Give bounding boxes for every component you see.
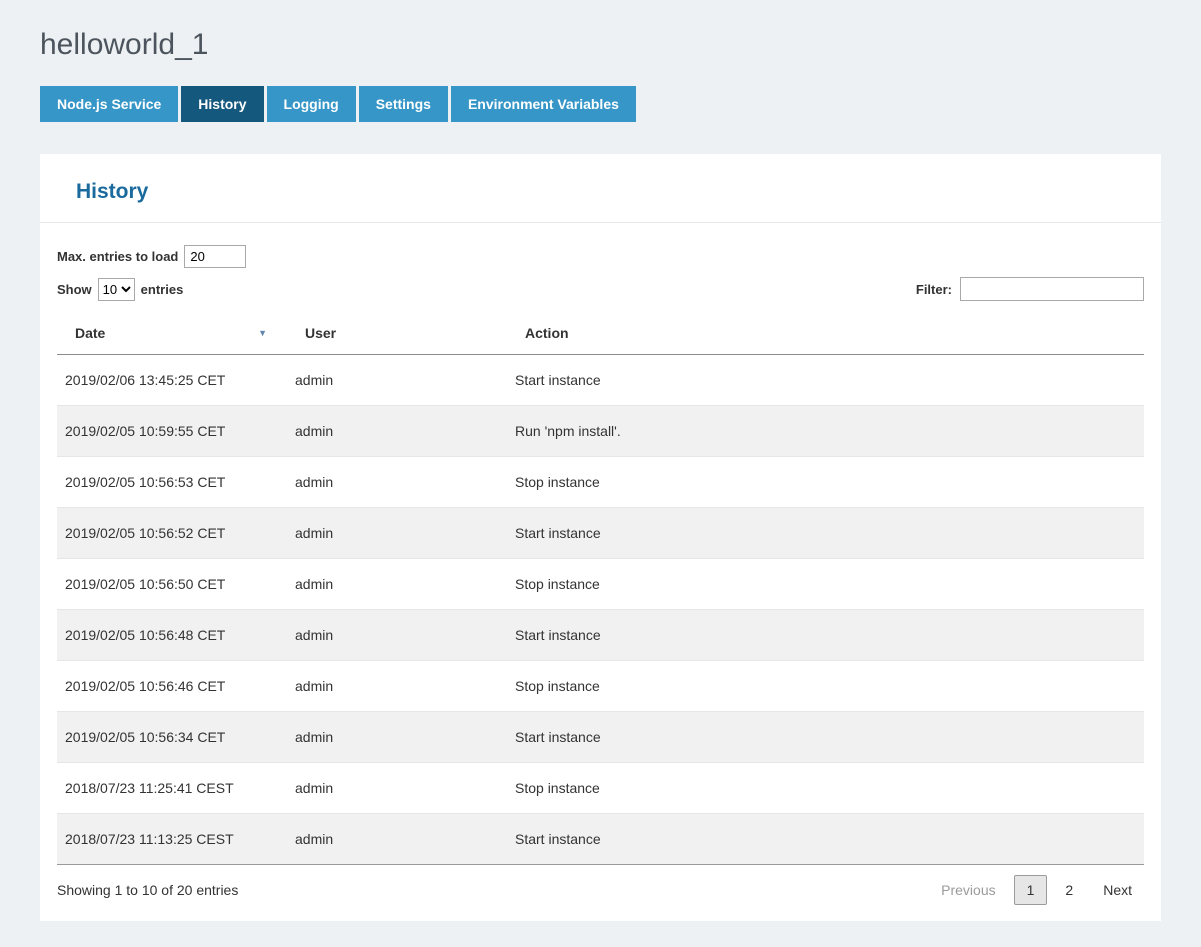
table-footer: Showing 1 to 10 of 20 entries Previous 1…: [57, 864, 1144, 921]
cell-action: Stop instance: [507, 763, 1144, 814]
column-header-date[interactable]: Date ▼: [57, 315, 287, 355]
column-header-date-label: Date: [75, 325, 105, 341]
cell-action: Stop instance: [507, 661, 1144, 712]
cell-action: Start instance: [507, 814, 1144, 865]
next-page-button[interactable]: Next: [1091, 876, 1144, 904]
table-row: 2019/02/06 13:45:25 CET admin Start inst…: [57, 355, 1144, 406]
cell-date: 2019/02/05 10:56:53 CET: [57, 457, 287, 508]
cell-user: admin: [287, 814, 507, 865]
page-title: helloworld_1: [40, 0, 1161, 86]
cell-action: Start instance: [507, 712, 1144, 763]
page-size-select[interactable]: 10: [98, 278, 135, 301]
show-label: Show: [57, 282, 92, 297]
cell-action: Stop instance: [507, 457, 1144, 508]
table-header: Date ▼ User Action: [57, 315, 1144, 355]
tab-bar: Node.js Service History Logging Settings…: [40, 86, 1161, 122]
table-row: 2019/02/05 10:59:55 CET admin Run 'npm i…: [57, 406, 1144, 457]
table-body: 2019/02/06 13:45:25 CET admin Start inst…: [57, 355, 1144, 865]
filter-input[interactable]: [960, 277, 1144, 301]
page-1-button[interactable]: 1: [1014, 875, 1048, 905]
cell-user: admin: [287, 661, 507, 712]
table-row: 2018/07/23 11:13:25 CEST admin Start ins…: [57, 814, 1144, 865]
cell-action: Start instance: [507, 508, 1144, 559]
history-panel: History Max. entries to load Show 10 ent…: [40, 154, 1161, 921]
table-row: 2019/02/05 10:56:50 CET admin Stop insta…: [57, 559, 1144, 610]
panel-title: History: [76, 180, 1125, 204]
cell-date: 2019/02/05 10:59:55 CET: [57, 406, 287, 457]
filter-control: Filter:: [916, 277, 1144, 301]
page-size-control: Show 10 entries: [57, 278, 183, 301]
cell-date: 2019/02/05 10:56:46 CET: [57, 661, 287, 712]
max-entries-control: Max. entries to load: [57, 245, 1144, 268]
panel-body: Max. entries to load Show 10 entries Fil…: [40, 223, 1161, 921]
table-header-row: Date ▼ User Action: [57, 315, 1144, 355]
history-table: Date ▼ User Action 2019/02/06 13:45:25 C…: [57, 315, 1144, 864]
tab-settings[interactable]: Settings: [359, 86, 448, 122]
cell-user: admin: [287, 406, 507, 457]
cell-date: 2019/02/05 10:56:48 CET: [57, 610, 287, 661]
tab-nodejs-service[interactable]: Node.js Service: [40, 86, 178, 122]
previous-page-button[interactable]: Previous: [929, 876, 1007, 904]
max-entries-input[interactable]: [184, 245, 246, 268]
filter-label: Filter:: [916, 282, 952, 297]
page: helloworld_1 Node.js Service History Log…: [0, 0, 1201, 921]
tab-environment-variables[interactable]: Environment Variables: [451, 86, 636, 122]
cell-action: Run 'npm install'.: [507, 406, 1144, 457]
entries-info: Showing 1 to 10 of 20 entries: [57, 882, 238, 898]
cell-date: 2018/07/23 11:25:41 CEST: [57, 763, 287, 814]
tab-history[interactable]: History: [181, 86, 263, 122]
cell-action: Start instance: [507, 610, 1144, 661]
sort-descending-icon: ▼: [258, 328, 267, 338]
tab-logging[interactable]: Logging: [267, 86, 356, 122]
column-header-user[interactable]: User: [287, 315, 507, 355]
cell-user: admin: [287, 763, 507, 814]
cell-user: admin: [287, 610, 507, 661]
table-row: 2019/02/05 10:56:53 CET admin Stop insta…: [57, 457, 1144, 508]
cell-action: Start instance: [507, 355, 1144, 406]
table-row: 2018/07/23 11:25:41 CEST admin Stop inst…: [57, 763, 1144, 814]
cell-date: 2018/07/23 11:13:25 CEST: [57, 814, 287, 865]
max-entries-label: Max. entries to load: [57, 249, 178, 264]
cell-user: admin: [287, 355, 507, 406]
table-controls: Show 10 entries Filter:: [57, 277, 1144, 301]
table-row: 2019/02/05 10:56:34 CET admin Start inst…: [57, 712, 1144, 763]
cell-user: admin: [287, 508, 507, 559]
table-row: 2019/02/05 10:56:52 CET admin Start inst…: [57, 508, 1144, 559]
cell-date: 2019/02/05 10:56:52 CET: [57, 508, 287, 559]
cell-date: 2019/02/05 10:56:34 CET: [57, 712, 287, 763]
page-2-button[interactable]: 2: [1053, 876, 1085, 904]
cell-user: admin: [287, 457, 507, 508]
column-header-action[interactable]: Action: [507, 315, 1144, 355]
table-row: 2019/02/05 10:56:46 CET admin Stop insta…: [57, 661, 1144, 712]
pagination: Previous 1 2 Next: [929, 875, 1144, 905]
cell-action: Stop instance: [507, 559, 1144, 610]
panel-heading: History: [40, 154, 1161, 223]
entries-label: entries: [141, 282, 184, 297]
cell-user: admin: [287, 712, 507, 763]
cell-date: 2019/02/05 10:56:50 CET: [57, 559, 287, 610]
cell-date: 2019/02/06 13:45:25 CET: [57, 355, 287, 406]
cell-user: admin: [287, 559, 507, 610]
table-row: 2019/02/05 10:56:48 CET admin Start inst…: [57, 610, 1144, 661]
